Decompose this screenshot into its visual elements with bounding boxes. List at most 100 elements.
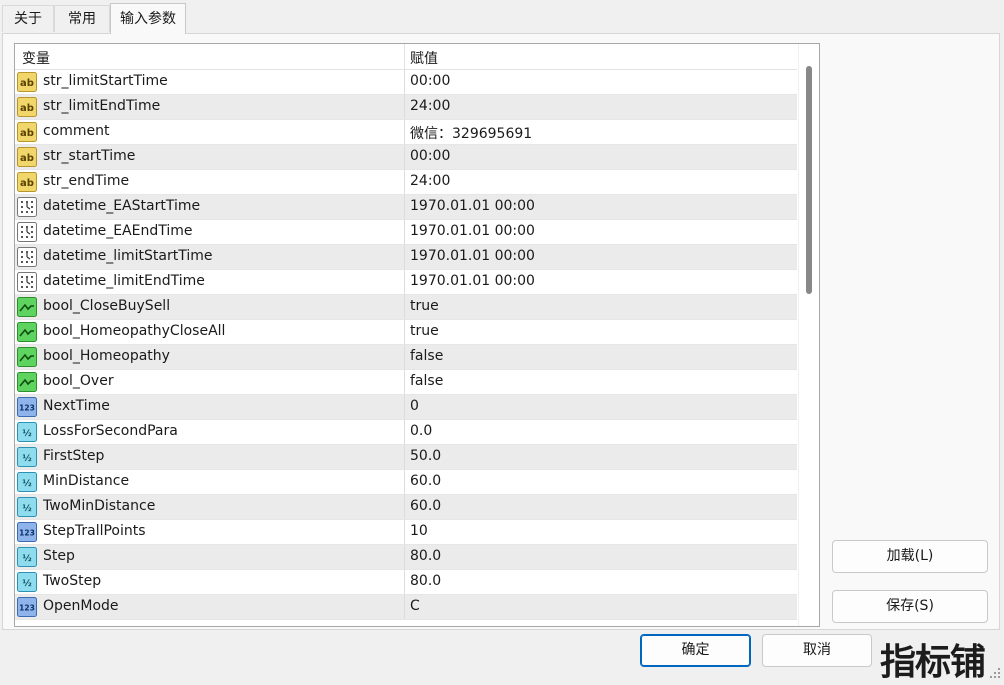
parameter-name: datetime_EAEndTime (43, 223, 193, 239)
table-row[interactable]: datetime_limitStartTime 1970.01.01 00:00 (15, 245, 797, 270)
parameter-value[interactable]: false (410, 373, 443, 389)
column-header-value[interactable]: 赋值 (410, 48, 438, 68)
parameter-name: str_startTime (43, 148, 136, 164)
table-row[interactable]: datetime_limitEndTime 1970.01.01 00:00 (15, 270, 797, 295)
table-row[interactable]: ½ MinDistance 60.0 (15, 470, 797, 495)
double-type-icon: ½ (17, 472, 37, 492)
tab-about[interactable]: 关于 (2, 5, 54, 32)
column-divider (404, 145, 405, 169)
column-divider (404, 295, 405, 319)
parameter-value[interactable]: 1970.01.01 00:00 (410, 248, 535, 264)
parameter-value[interactable]: 00:00 (410, 73, 450, 89)
table-row[interactable]: datetime_EAStartTime 1970.01.01 00:00 (15, 195, 797, 220)
table-row[interactable]: bool_Over false (15, 370, 797, 395)
parameter-value[interactable]: 10 (410, 523, 428, 539)
parameter-name: datetime_limitEndTime (43, 273, 205, 289)
svg-text:123: 123 (19, 529, 35, 538)
svg-text:½: ½ (22, 428, 31, 439)
table-row[interactable]: 123 OpenMode C (15, 595, 797, 620)
column-divider[interactable] (404, 44, 405, 70)
datetime-type-icon (17, 272, 37, 292)
datetime-type-icon (17, 197, 37, 217)
table-row[interactable]: bool_CloseBuySell true (15, 295, 797, 320)
integer-type-icon: 123 (17, 522, 37, 542)
table-row[interactable]: ½ TwoMinDistance 60.0 (15, 495, 797, 520)
column-divider (404, 445, 405, 469)
svg-text:ab: ab (20, 128, 34, 139)
table-row[interactable]: ½ FirstStep 50.0 (15, 445, 797, 470)
svg-text:½: ½ (22, 578, 31, 589)
table-row[interactable]: 123 StepTrallPoints 10 (15, 520, 797, 545)
parameter-value[interactable]: 1970.01.01 00:00 (410, 223, 535, 239)
parameter-name: str_limitStartTime (43, 73, 168, 89)
cancel-button[interactable]: 取消 (762, 634, 872, 667)
load-button[interactable]: 加载(L) (832, 540, 988, 573)
parameter-value[interactable]: true (410, 298, 439, 314)
table-row[interactable]: bool_HomeopathyCloseAll true (15, 320, 797, 345)
table-row[interactable]: ab str_limitStartTime 00:00 (15, 70, 797, 95)
column-divider (404, 220, 405, 244)
parameter-value[interactable]: 24:00 (410, 173, 450, 189)
table-row[interactable]: ½ Step 80.0 (15, 545, 797, 570)
scrollbar-thumb[interactable] (806, 66, 812, 294)
parameter-value[interactable]: 00:00 (410, 148, 450, 164)
watermark-text: 指标铺 (880, 642, 986, 683)
parameter-name: OpenMode (43, 598, 119, 614)
parameter-value[interactable]: C (410, 598, 420, 614)
tab-input-parameters[interactable]: 输入参数 (110, 3, 186, 34)
parameter-name: comment (43, 123, 110, 139)
parameter-value[interactable]: 50.0 (410, 448, 441, 464)
parameter-value[interactable]: 60.0 (410, 498, 441, 514)
parameter-value[interactable]: 80.0 (410, 573, 441, 589)
table-row[interactable]: datetime_EAEndTime 1970.01.01 00:00 (15, 220, 797, 245)
parameter-name: Step (43, 548, 75, 564)
ok-button[interactable]: 确定 (640, 634, 751, 667)
resize-grip-icon[interactable] (989, 667, 1001, 679)
table-row[interactable]: ab str_endTime 24:00 (15, 170, 797, 195)
table-row[interactable]: 123 NextTime 0 (15, 395, 797, 420)
svg-text:ab: ab (20, 178, 34, 189)
column-divider (404, 70, 405, 94)
column-divider (404, 95, 405, 119)
parameter-name: str_endTime (43, 173, 130, 189)
parameter-value[interactable]: 0.0 (410, 423, 432, 439)
tab-common[interactable]: 常用 (54, 5, 110, 32)
column-divider (404, 570, 405, 594)
parameter-value[interactable]: 1970.01.01 00:00 (410, 273, 535, 289)
svg-text:ab: ab (20, 103, 34, 114)
table-header: 变量 赋值 (15, 44, 797, 70)
vertical-scrollbar[interactable] (798, 44, 819, 626)
column-divider (404, 420, 405, 444)
parameter-value[interactable]: 微信：329695691 (410, 123, 532, 143)
table-row[interactable]: ab str_limitEndTime 24:00 (15, 95, 797, 120)
column-header-variable[interactable]: 变量 (22, 48, 50, 68)
parameter-value[interactable]: true (410, 323, 439, 339)
svg-text:½: ½ (22, 478, 31, 489)
double-type-icon: ½ (17, 497, 37, 517)
svg-text:½: ½ (22, 453, 31, 464)
double-type-icon: ½ (17, 447, 37, 467)
column-divider (404, 345, 405, 369)
parameter-value[interactable]: 1970.01.01 00:00 (410, 198, 535, 214)
table-row[interactable]: ab str_startTime 00:00 (15, 145, 797, 170)
column-divider (404, 545, 405, 569)
double-type-icon: ½ (17, 422, 37, 442)
table-row[interactable]: ½ LossForSecondPara 0.0 (15, 420, 797, 445)
table-row[interactable]: ab comment 微信：329695691 (15, 120, 797, 145)
parameter-value[interactable]: 0 (410, 398, 419, 414)
parameter-value[interactable]: 24:00 (410, 98, 450, 114)
parameter-value[interactable]: false (410, 348, 443, 364)
table-row[interactable]: ½ TwoStep 80.0 (15, 570, 797, 595)
svg-text:½: ½ (22, 503, 31, 514)
svg-text:123: 123 (19, 604, 35, 613)
column-divider (404, 395, 405, 419)
tab-bar: 关于 常用 输入参数 (0, 0, 1004, 34)
bool-type-icon (17, 372, 37, 392)
column-divider (404, 370, 405, 394)
parameter-value[interactable]: 80.0 (410, 548, 441, 564)
parameter-value[interactable]: 60.0 (410, 473, 441, 489)
table-row[interactable]: bool_Homeopathy false (15, 345, 797, 370)
save-button[interactable]: 保存(S) (832, 590, 988, 623)
column-divider (404, 520, 405, 544)
string-type-icon: ab (17, 172, 37, 192)
